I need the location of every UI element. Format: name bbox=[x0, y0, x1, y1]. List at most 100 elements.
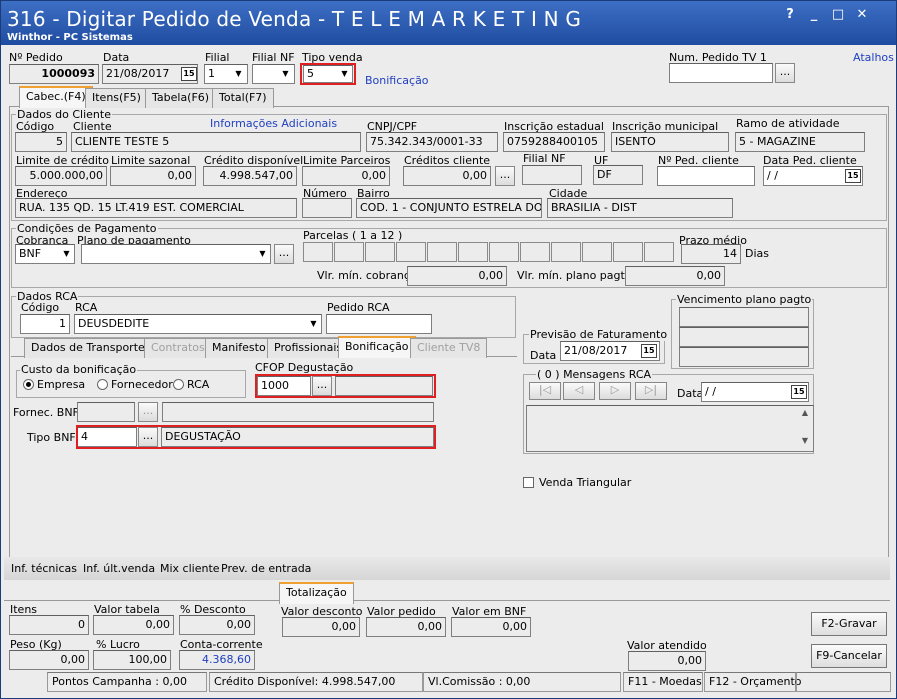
chevron-down-icon[interactable]: ▼ bbox=[59, 246, 74, 262]
chevron-down-icon[interactable]: ▼ bbox=[306, 316, 321, 332]
radio-off-icon bbox=[173, 379, 184, 390]
vlr-desconto-field: 0,00 bbox=[282, 617, 360, 637]
first-record-icon[interactable]: |◁ bbox=[529, 382, 561, 400]
vlr-atendido-field: 0,00 bbox=[628, 651, 706, 671]
tab-totalizacao[interactable]: Totalização bbox=[279, 582, 354, 604]
parcela-cell[interactable] bbox=[334, 242, 364, 262]
filial-label: Filial bbox=[205, 51, 230, 64]
rca-select[interactable]: DEUSDEDITE bbox=[74, 314, 322, 334]
radio-empresa[interactable]: Empresa bbox=[23, 378, 85, 391]
pct-desconto-field: 0,00 bbox=[179, 615, 255, 635]
pct-lucro-field: 100,00 bbox=[93, 650, 171, 670]
creditos-cliente-button[interactable]: ... bbox=[495, 166, 515, 186]
mensagens-text-area[interactable] bbox=[526, 405, 814, 452]
parcela-cell[interactable] bbox=[551, 242, 581, 262]
rca-label: RCA bbox=[75, 301, 98, 314]
parcela-cell[interactable] bbox=[365, 242, 395, 262]
link-mix-cliente[interactable]: Mix cliente bbox=[160, 562, 220, 575]
fornec-label: Fornec. BNF bbox=[13, 406, 79, 419]
tab-itens[interactable]: Itens(F5) bbox=[85, 88, 148, 108]
fornec-search-button[interactable]: ... bbox=[138, 402, 158, 422]
filial-nf-cli-field bbox=[522, 165, 582, 185]
subtab-profissionais[interactable]: Profissionais bbox=[267, 338, 350, 358]
calendar-icon[interactable]: 15 bbox=[181, 67, 197, 81]
next-record-icon[interactable]: ▷ bbox=[599, 382, 631, 400]
parcela-cell[interactable] bbox=[613, 242, 643, 262]
cnpj-field: 75.342.343/0001-33 bbox=[366, 132, 498, 152]
subtab-manifesto[interactable]: Manifesto bbox=[205, 338, 273, 358]
vlr-min-plano-label: Vlr. mín. plano pagto. bbox=[517, 269, 635, 282]
parcela-cell[interactable] bbox=[427, 242, 457, 262]
atalhos-link[interactable]: Atalhos bbox=[853, 51, 894, 64]
parcela-cell[interactable] bbox=[644, 242, 674, 262]
last-record-icon[interactable]: ▷| bbox=[635, 382, 667, 400]
endereco-field: RUA. 135 QD. 15 LT.419 EST. COMERCIAL bbox=[15, 198, 297, 218]
vlr-min-cobranca-field: 0,00 bbox=[407, 266, 507, 286]
filial-nf-cli-label: Filial NF bbox=[523, 152, 566, 165]
search-pedido-tv1-button[interactable]: ... bbox=[775, 63, 795, 83]
data-label: Data bbox=[103, 51, 130, 64]
ramo-field: 5 - MAGAZINE bbox=[735, 132, 865, 152]
minimize-button[interactable]: _ bbox=[805, 7, 823, 23]
chevron-down-icon[interactable]: ▼ bbox=[278, 66, 293, 82]
parcela-cell[interactable] bbox=[520, 242, 550, 262]
status-comissao: Vl.Comissão : 0,00 bbox=[423, 672, 621, 692]
nped-cliente-field[interactable] bbox=[657, 166, 755, 186]
calendar-icon[interactable]: 15 bbox=[845, 169, 861, 183]
numero-field bbox=[302, 198, 352, 218]
gravar-button[interactable]: F2-Gravar bbox=[811, 612, 887, 636]
tipo-venda-desc: Bonificação bbox=[365, 74, 429, 87]
parcela-cell[interactable] bbox=[458, 242, 488, 262]
ie-field: 0759288400105 bbox=[503, 132, 605, 152]
tab-tabela[interactable]: Tabela(F6) bbox=[145, 88, 217, 108]
parcela-cell[interactable] bbox=[303, 242, 333, 262]
rca-codigo-label: Código bbox=[21, 301, 60, 314]
subtab-cliente-tv8[interactable]: Cliente TV8 bbox=[410, 338, 488, 358]
chevron-down-icon[interactable]: ▼ bbox=[231, 66, 246, 82]
parcela-cell[interactable] bbox=[582, 242, 612, 262]
venda-triangular-checkbox[interactable] bbox=[523, 477, 534, 488]
tab-total[interactable]: Total(F7) bbox=[212, 88, 274, 108]
radio-rca[interactable]: RCA bbox=[173, 378, 209, 391]
prev-record-icon[interactable]: ◁ bbox=[563, 382, 595, 400]
previsao-data-label: Data bbox=[530, 349, 557, 362]
link-inf-tecnicas[interactable]: Inf. técnicas bbox=[11, 562, 77, 575]
radio-off-icon bbox=[97, 379, 108, 390]
close-button[interactable]: ✕ bbox=[853, 7, 871, 23]
num-pedido-tv1-field[interactable] bbox=[669, 63, 773, 83]
pedido-rca-field[interactable] bbox=[326, 314, 432, 334]
vencimento-row bbox=[679, 327, 809, 347]
highlight-cfop bbox=[255, 374, 436, 398]
radio-fornecedor[interactable]: Fornecedor bbox=[97, 378, 173, 391]
calendar-icon[interactable]: 15 bbox=[641, 344, 657, 358]
subtab-transportes[interactable]: Dados de Transportes bbox=[24, 338, 158, 358]
dias-label: Dias bbox=[745, 247, 769, 260]
link-prev-entrada[interactable]: Prev. de entrada bbox=[221, 562, 311, 575]
subtab-bonificacao[interactable]: Bonificação bbox=[338, 336, 416, 358]
rca-codigo-field[interactable]: 1 bbox=[20, 314, 70, 334]
creditos-cliente-field: 0,00 bbox=[403, 166, 491, 186]
cfop-label: CFOP Degustação bbox=[255, 361, 354, 374]
cancelar-button[interactable]: F9-Cancelar bbox=[811, 644, 887, 668]
main-window: 316 - Digitar Pedido de Venda - T E L E … bbox=[0, 0, 897, 699]
calendar-icon[interactable]: 15 bbox=[791, 385, 807, 399]
status-moedas[interactable]: F11 - Moedas bbox=[623, 672, 703, 692]
info-adicionais-link[interactable]: Informações Adicionais bbox=[210, 117, 337, 130]
plano-select[interactable] bbox=[81, 244, 271, 264]
status-orcamento[interactable]: F12 - Orçamento bbox=[704, 672, 802, 692]
parcela-cell[interactable] bbox=[489, 242, 519, 262]
maximize-button[interactable]: □ bbox=[829, 7, 847, 23]
tab-cabec[interactable]: Cabec.(F4) bbox=[19, 86, 93, 108]
chevron-down-icon[interactable]: ▼ bbox=[255, 246, 270, 262]
help-button[interactable]: ? bbox=[781, 7, 799, 23]
limite-sazonal-field: 0,00 bbox=[110, 166, 196, 186]
link-inf-ult-venda[interactable]: Inf. últ.venda bbox=[83, 562, 155, 575]
cliente-field[interactable]: CLIENTE TESTE 5 bbox=[71, 132, 361, 152]
scrollbar[interactable]: ▲ ▼ bbox=[797, 406, 813, 451]
subtab-contratos[interactable]: Contratos bbox=[144, 338, 212, 358]
parcela-cell[interactable] bbox=[396, 242, 426, 262]
plano-search-button[interactable]: ... bbox=[274, 244, 294, 264]
codigo-field[interactable]: 5 bbox=[15, 132, 67, 152]
uf-field: DF bbox=[593, 165, 643, 185]
highlight-tipo-bnf bbox=[76, 425, 436, 449]
